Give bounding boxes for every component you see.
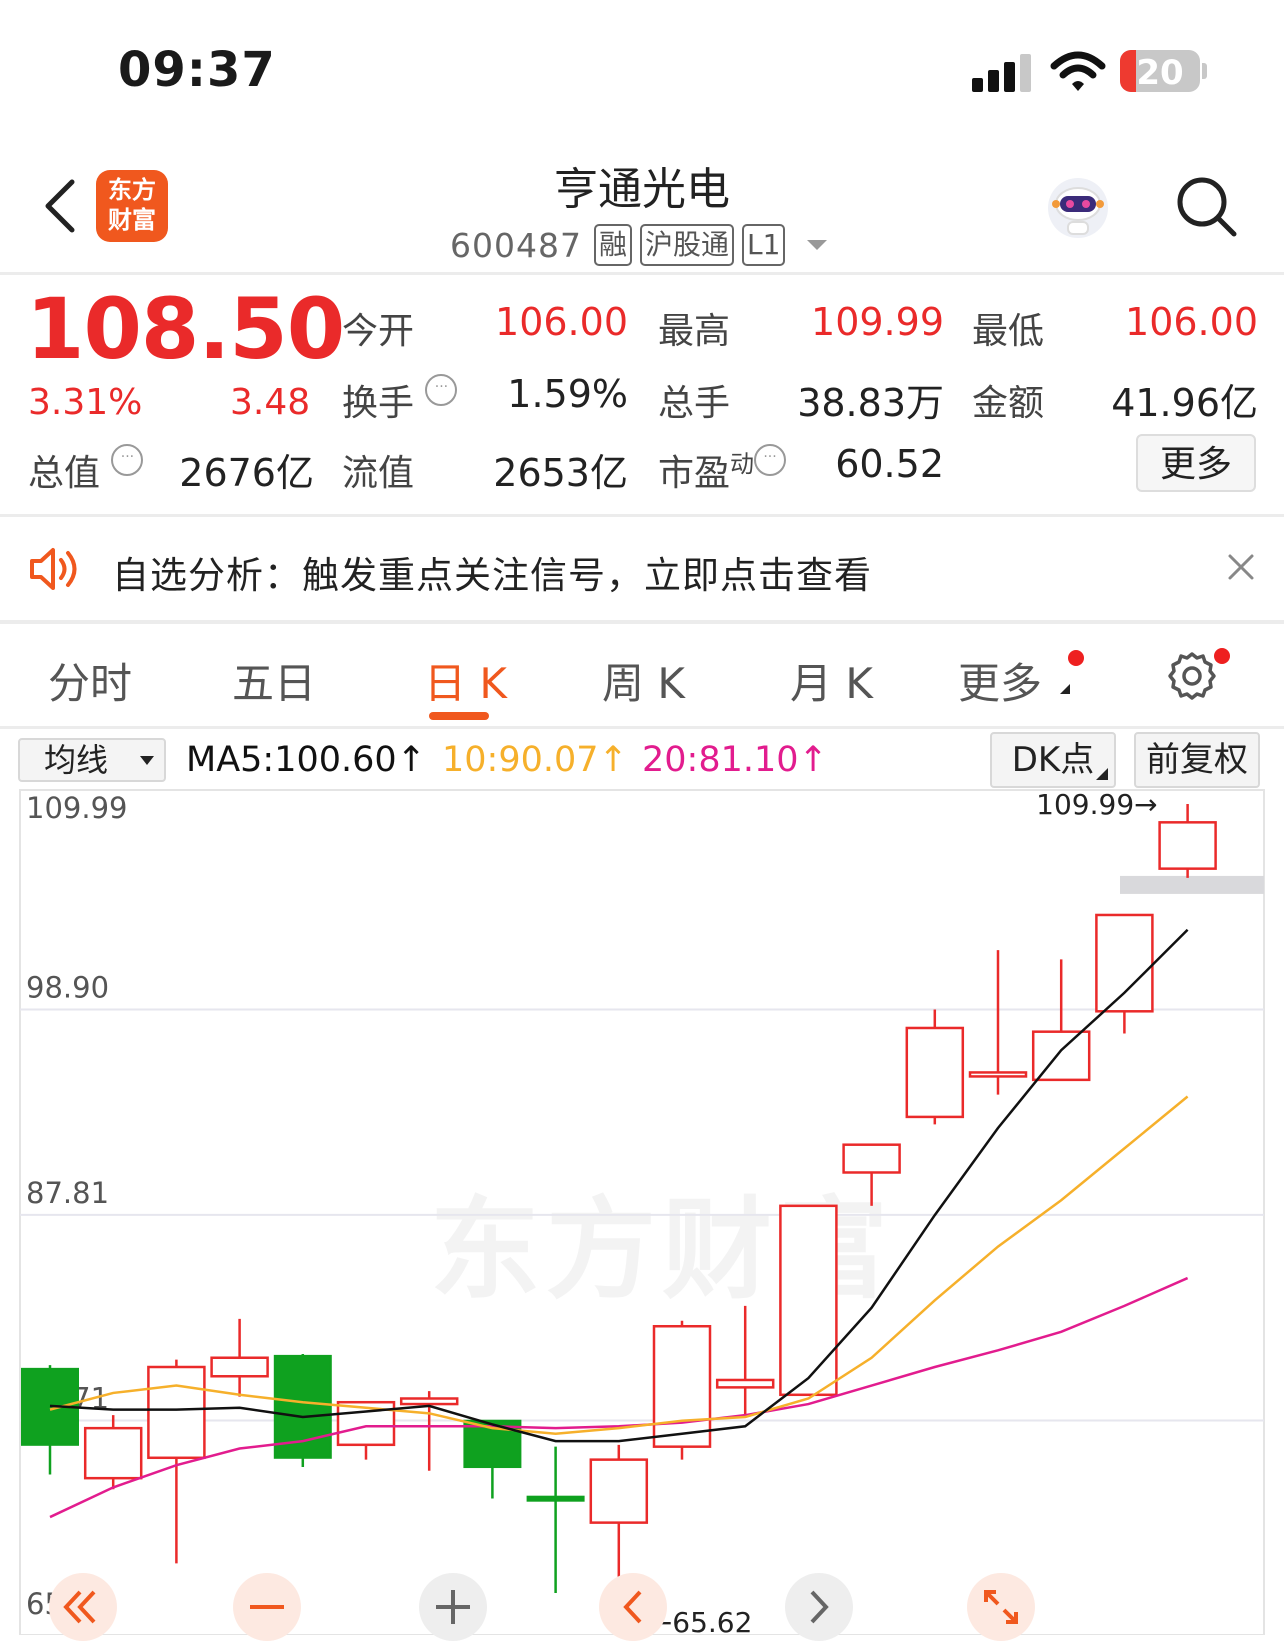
low-label: 最低 [972,311,1045,352]
candle-body [715,1378,775,1389]
change-amount: 3.48 [230,382,311,423]
indicator-select-label: 均线 [44,741,109,779]
y-axis-label: 98.90 [26,970,109,1004]
battery-icon: 20 [1120,50,1200,92]
zoom-out-icon[interactable] [232,1572,302,1642]
open-label: 今开 [342,311,415,352]
stock-code: 600487 [450,225,582,265]
tab-more[interactable]: 更多 [958,650,1042,711]
pe-label-text: 市盈 [658,453,731,494]
pe-superscript: 动 [730,450,755,478]
header-divider [0,272,1284,275]
tab-monthly-k[interactable]: 月 K [790,650,873,711]
robot-assistant-icon[interactable] [1044,174,1112,242]
tag-margin: 融 [593,224,632,266]
mktcap-label-text: 总值 [28,453,101,494]
y-axis-label: 87.81 [26,1176,109,1210]
candle-body [526,1495,585,1502]
settings-gear-icon[interactable] [1166,650,1218,702]
info-icon[interactable]: ··· [754,444,787,476]
turnover-value: 1.59% [507,372,628,416]
change-percent: 3.31% [28,382,143,423]
y-axis-label: 109.99 [26,791,127,825]
tag-level: L1 [742,224,786,266]
mktcap-value: 2676亿 [179,451,314,495]
high-value: 109.99 [811,300,944,344]
candle-body [1158,821,1217,870]
active-tab-indicator [429,712,489,720]
amount-label: 金额 [972,383,1045,424]
amount-value: 41.96亿 [1111,381,1258,425]
volume-label: 总手 [658,383,731,424]
tab-more-corner-icon [1060,684,1070,694]
zoom-in-icon[interactable] [418,1572,488,1642]
ma5-legend: MA5:100.60↑ [186,740,426,780]
stock-subtitle[interactable]: 600487 融 沪股通 L1 [450,222,828,268]
ma10-line [49,1095,1189,1435]
pe-label[interactable]: 市盈动 ··· [658,444,787,496]
battery-level: 20 [1136,53,1184,92]
float-label: 流值 [342,453,415,494]
more-quote-button[interactable]: 更多 [1136,434,1256,492]
turnover-label[interactable]: 换手 ··· [342,374,458,426]
ma10-legend: 10:90.07↑ [442,740,628,780]
notice-divider [0,620,1284,624]
current-price: 108.50 [26,280,345,378]
pe-value: 60.52 [835,442,944,486]
info-icon[interactable]: ··· [425,374,458,406]
tab-daily-k[interactable]: 日 K [424,650,507,711]
info-icon[interactable]: ··· [111,444,144,476]
notification-dot [1068,650,1084,666]
price-band [1120,875,1264,894]
tab-five-day[interactable]: 五日 [232,650,316,711]
notification-dot [1214,648,1230,664]
low-value: 106.00 [1125,300,1258,344]
tabs-divider [0,726,1284,729]
candle-body [652,1324,712,1448]
indicator-select[interactable]: 均线 [18,738,166,782]
candle-body [1095,913,1154,1013]
high-label: 最高 [658,311,731,352]
next-icon[interactable] [784,1572,854,1642]
dk-point-button[interactable]: DK点 [990,732,1116,788]
close-icon[interactable] [1226,552,1256,582]
candle-body [905,1026,965,1119]
wifi-icon [1050,51,1106,91]
dk-point-label: DK点 [1011,740,1095,780]
candle-body [779,1204,838,1397]
turnover-label-text: 换手 [342,383,415,424]
previous-icon[interactable] [598,1572,668,1642]
candle-body [83,1426,143,1480]
candle-body [147,1365,206,1460]
candle-body [968,1071,1028,1078]
candle-body [589,1458,649,1524]
open-value: 106.00 [495,300,628,344]
float-value: 2653亿 [493,451,628,495]
candlestick-chart[interactable]: 109.9998.9087.8176.7165.62109.99→←65.62 [0,788,1284,1635]
rewind-icon[interactable] [48,1572,118,1642]
status-time: 09:37 [118,42,276,98]
fullscreen-icon[interactable] [966,1572,1036,1642]
cellular-signal-icon [972,52,1032,92]
search-icon[interactable] [1174,174,1240,240]
ma20-legend: 20:81.10↑ [642,740,828,780]
candle-body [210,1356,269,1378]
speaker-icon [30,548,77,590]
notice-text[interactable]: 自选分析：触发重点关注信号，立即点击查看 [112,545,872,599]
mktcap-label[interactable]: 总值 ··· [28,444,144,496]
candle-body [399,1397,459,1406]
tab-intraday[interactable]: 分时 [48,650,132,711]
tab-weekly-k[interactable]: 周 K [602,650,685,711]
dropdown-caret-icon [140,756,154,765]
corner-arrow-icon [1096,768,1108,780]
adjust-button[interactable]: 前复权 [1134,732,1260,788]
chevron-down-icon[interactable] [807,240,828,250]
quote-divider [0,514,1284,517]
volume-value: 38.83万 [797,381,944,425]
tag-connect: 沪股通 [640,224,735,266]
candle-body [842,1143,901,1174]
max-price-label: 109.99→ [1036,788,1157,821]
battery-cap [1202,63,1207,79]
